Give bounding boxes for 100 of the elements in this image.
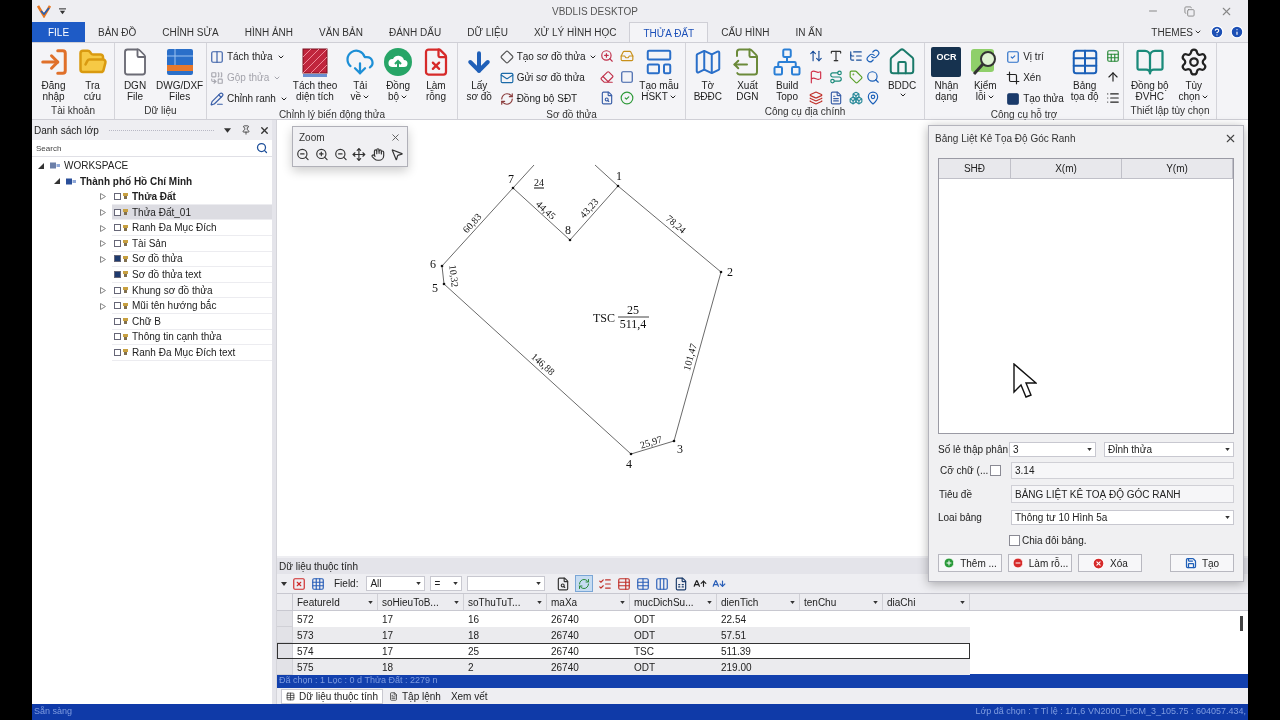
dropdown[interactable]: 3 bbox=[1009, 441, 1096, 457]
ribbon-tab[interactable]: DỮ LIỆU bbox=[454, 22, 521, 42]
column-header[interactable]: soThuTuT... bbox=[464, 594, 547, 610]
zoom-in-icon[interactable] bbox=[599, 49, 614, 63]
ribbon-tab[interactable]: IN ẤN bbox=[782, 22, 836, 42]
ribbon-button[interactable]: Tạo sơ đồ thửa bbox=[499, 47, 598, 66]
expand-arrow-icon[interactable] bbox=[100, 224, 106, 232]
ribbon-button[interactable]: Tải về bbox=[342, 46, 379, 102]
column-header[interactable]: maXa bbox=[547, 594, 630, 610]
map-pin-icon[interactable] bbox=[866, 91, 881, 105]
layer-checkbox[interactable] bbox=[114, 208, 121, 216]
tree-item[interactable]: Thông tin cạnh thửa bbox=[112, 329, 272, 346]
dropdown[interactable]: All bbox=[366, 576, 426, 591]
checklist-icon[interactable] bbox=[598, 576, 613, 591]
pin-icon[interactable] bbox=[241, 125, 251, 135]
link-icon[interactable] bbox=[866, 49, 881, 63]
ribbon-tab[interactable]: FILE bbox=[32, 22, 85, 42]
ribbon-tab[interactable]: HÌNH ẢNH bbox=[231, 22, 306, 42]
columns-icon[interactable] bbox=[655, 576, 670, 591]
dropdown[interactable]: Đỉnh thửa bbox=[1104, 441, 1234, 457]
tree-item[interactable]: WORKSPACE bbox=[64, 158, 129, 174]
ribbon-button[interactable]: Xén bbox=[1006, 68, 1064, 87]
column-header[interactable]: SHĐ bbox=[939, 159, 1011, 178]
expand-arrow-icon[interactable] bbox=[100, 302, 106, 310]
ribbon-button[interactable]: Gửi sơ đồ thửa bbox=[499, 68, 598, 87]
dialog-button[interactable]: Làm rỗ... bbox=[1008, 554, 1072, 572]
ribbon-button[interactable]: Làm rỗng bbox=[418, 46, 454, 102]
column-header[interactable]: X(m) bbox=[1011, 159, 1122, 178]
ribbon-button[interactable]: Tạo mẫu HSKT bbox=[636, 46, 682, 102]
ribbon-button[interactable]: Kiểm lỗi bbox=[967, 46, 1004, 102]
column-header[interactable]: tenChu bbox=[800, 594, 883, 610]
route-icon[interactable] bbox=[828, 70, 843, 84]
layer-checkbox[interactable] bbox=[114, 302, 121, 310]
ribbon-tab[interactable]: THỬA ĐẤT bbox=[629, 22, 709, 43]
ribbon-button[interactable]: Đồng bộ bbox=[380, 46, 417, 102]
text-field[interactable]: 3.14 bbox=[1011, 462, 1234, 479]
tree-list-icon[interactable] bbox=[848, 49, 863, 63]
panel-tab[interactable]: Xem vết bbox=[446, 688, 492, 704]
tree-item[interactable]: Sơ đồ thửa bbox=[112, 251, 272, 268]
list-icon[interactable] bbox=[1105, 91, 1120, 105]
collapse-arrow-icon[interactable] bbox=[54, 178, 60, 185]
ribbon-button[interactable]: Đồng bộ ĐVHC bbox=[1127, 46, 1172, 102]
customize-icon[interactable] bbox=[59, 7, 66, 15]
column-header[interactable]: mucDichSu... bbox=[630, 594, 717, 610]
ribbon-button[interactable]: Tạo thửa bbox=[1006, 89, 1064, 108]
column-header[interactable]: soHieuToB... bbox=[378, 594, 464, 610]
table-icon[interactable] bbox=[636, 576, 651, 591]
square-icon[interactable] bbox=[619, 70, 634, 84]
expand-arrow-icon[interactable] bbox=[100, 193, 106, 201]
checkbox[interactable] bbox=[990, 465, 1001, 476]
tree-item[interactable]: Khung sơ đồ thửa bbox=[112, 282, 272, 299]
logo-icon[interactable] bbox=[37, 4, 51, 18]
dialog-button[interactable]: Xóa bbox=[1078, 554, 1142, 572]
ribbon-button[interactable]: Vị trí bbox=[1006, 47, 1064, 66]
zoom-out-icon[interactable] bbox=[296, 147, 310, 162]
search-icon[interactable] bbox=[256, 142, 268, 154]
column-header[interactable]: FeatureId bbox=[293, 594, 378, 610]
table-row[interactable]: 574 17 25 26740 TSC 511.39 bbox=[277, 643, 970, 659]
themes-button[interactable]: THEMES bbox=[1151, 22, 1202, 42]
dialog-button[interactable]: Thêm ... bbox=[938, 554, 1002, 572]
tree-item[interactable]: Ranh Đa Mục Đích bbox=[112, 220, 272, 236]
ribbon-button[interactable]: Tùy chọn bbox=[1175, 46, 1213, 102]
text-field[interactable]: BẢNG LIỆT KÊ TOẠ ĐỘ GÓC RANH bbox=[1011, 485, 1234, 503]
document-icon[interactable] bbox=[828, 91, 843, 105]
check-circle-icon[interactable] bbox=[619, 91, 634, 105]
flag-icon[interactable] bbox=[808, 70, 823, 84]
ribbon-button[interactable]: Tra cứu bbox=[74, 46, 111, 102]
close-icon[interactable] bbox=[259, 124, 270, 136]
table-rows-icon[interactable] bbox=[617, 576, 632, 591]
expand-arrow-icon[interactable] bbox=[100, 209, 106, 217]
dialog-button[interactable]: Tạo bbox=[1170, 554, 1234, 572]
ribbon-tab[interactable]: VĂN BẢN bbox=[306, 22, 376, 42]
arrows-icon[interactable] bbox=[808, 49, 823, 63]
zoom-in-icon[interactable] bbox=[314, 147, 329, 162]
dropdown[interactable]: Thông tư 10 Hình 5a bbox=[1011, 509, 1234, 525]
ribbon-button[interactable]: DGN File bbox=[117, 46, 153, 102]
ribbon-tab[interactable]: CẤU HÌNH bbox=[708, 22, 783, 42]
table-row[interactable]: 575 18 2 26740 ODT 219.00 bbox=[277, 659, 970, 675]
tree-item[interactable]: Thửa Đất bbox=[112, 189, 272, 205]
scrollbar-thumb[interactable] bbox=[1240, 616, 1243, 631]
ribbon-button[interactable]: Tách theo diện tích bbox=[289, 46, 341, 102]
info-icon[interactable] bbox=[1230, 25, 1244, 39]
tree-item[interactable]: Mũi tên hướng bắc bbox=[112, 298, 272, 314]
spreadsheet-grid-icon[interactable] bbox=[1105, 49, 1120, 63]
pointer-icon[interactable] bbox=[390, 147, 404, 162]
ribbon-button[interactable]: Tách thửa bbox=[209, 47, 288, 66]
tree-item[interactable]: Tài Sản bbox=[112, 235, 272, 252]
expand-arrow-icon[interactable] bbox=[100, 240, 106, 248]
ribbon-button[interactable]: DWG/DXF Files bbox=[153, 46, 207, 102]
layer-checkbox[interactable] bbox=[114, 348, 121, 356]
file-search-icon[interactable] bbox=[599, 91, 614, 105]
column-header[interactable]: Y(m) bbox=[1122, 159, 1233, 178]
dropdown[interactable]: = bbox=[430, 576, 463, 591]
move-icon[interactable] bbox=[352, 147, 367, 162]
grid-icon[interactable] bbox=[311, 576, 325, 591]
layer-checkbox[interactable] bbox=[114, 270, 121, 278]
ribbon-tab[interactable]: ĐÁNH DẤU bbox=[375, 22, 455, 42]
ribbon-button[interactable]: Bảng tọa độ bbox=[1066, 46, 1103, 102]
column-header[interactable]: diaChi bbox=[883, 594, 970, 610]
zoom-out-icon[interactable] bbox=[333, 147, 348, 162]
